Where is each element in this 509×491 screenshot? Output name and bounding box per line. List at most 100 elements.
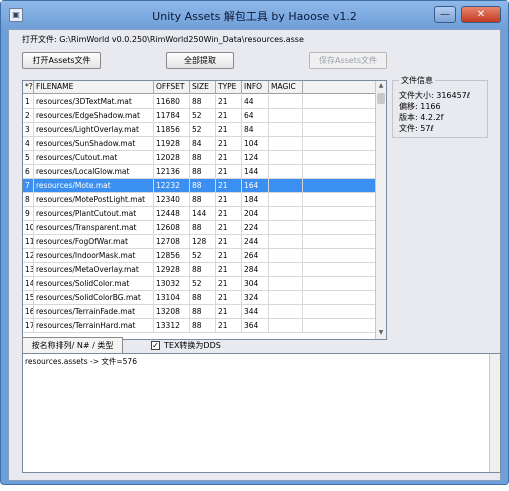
cell-size: 84 <box>190 137 216 151</box>
col-header-type[interactable]: TYPE <box>216 81 242 94</box>
cell-size: 88 <box>190 193 216 207</box>
cell-size: 88 <box>190 263 216 277</box>
file-version-text: 版本: 4.2.2f <box>399 113 444 122</box>
cell-index: 11 <box>23 235 34 249</box>
cell-size: 52 <box>190 277 216 291</box>
title-bar[interactable]: ▣ Unity Assets 解包工具 by Haoose v1.2 — ✕ <box>1 1 508 29</box>
open-assets-button[interactable]: 打开Assets文件 <box>22 52 101 69</box>
table-row[interactable]: 11 resources/FogOfWar.mat 12708 128 21 244 <box>23 235 375 249</box>
cell-index: 5 <box>23 151 34 165</box>
cell-index: 2 <box>23 109 34 123</box>
table-row[interactable]: 14 resources/SolidColor.mat 13032 52 21 304 <box>23 277 375 291</box>
sort-tab-button[interactable]: 按名称排列/ N# / 类型 <box>22 337 123 354</box>
table-scrollbar[interactable]: ▲ ▼ <box>375 81 386 339</box>
cell-size: 52 <box>190 109 216 123</box>
cell-filename: resources/MotePostLight.mat <box>34 193 154 207</box>
table-row[interactable]: 10 resources/Transparent.mat 12608 88 21 224 <box>23 221 375 235</box>
minimize-button[interactable]: — <box>434 6 456 23</box>
cell-magic <box>269 95 303 109</box>
dds-checkbox[interactable]: ✓ <box>151 341 160 350</box>
cell-info: 244 <box>242 235 269 249</box>
cell-filename: resources/PlantCutout.mat <box>34 207 154 221</box>
cell-offset: 13208 <box>154 305 190 319</box>
cell-info: 264 <box>242 249 269 263</box>
cell-filename: resources/Transparent.mat <box>34 221 154 235</box>
cell-magic <box>269 235 303 249</box>
table-row[interactable]: 8 resources/MotePostLight.mat 12340 88 21 184 <box>23 193 375 207</box>
cell-size: 88 <box>190 221 216 235</box>
table-row[interactable]: 5 resources/Cutout.mat 12028 88 21 124 <box>23 151 375 165</box>
col-header-offset[interactable]: OFFSET <box>154 81 190 94</box>
col-header-filename[interactable]: FILENAME <box>34 81 154 94</box>
cell-type: 21 <box>216 179 242 193</box>
cell-size: 88 <box>190 179 216 193</box>
cell-magic <box>269 249 303 263</box>
table-row[interactable]: 9 resources/PlantCutout.mat 12448 144 21 204 <box>23 207 375 221</box>
cell-type: 21 <box>216 235 242 249</box>
cell-index: 17 <box>23 319 34 333</box>
cell-size: 128 <box>190 235 216 249</box>
table-row[interactable]: 6 resources/LocalGlow.mat 12136 88 21 144 <box>23 165 375 179</box>
table-row[interactable]: 13 resources/MetaOverlay.mat 12928 88 21 284 <box>23 263 375 277</box>
table-row[interactable]: 17 resources/TerrainHard.mat 13312 88 21 364 <box>23 319 375 333</box>
col-header-info[interactable]: INFO <box>242 81 269 94</box>
cell-filename: resources/LightOverlay.mat <box>34 123 154 137</box>
cell-info: 124 <box>242 151 269 165</box>
table-row[interactable]: 7 resources/Mote.mat 12232 88 21 164 <box>23 179 375 193</box>
cell-offset: 12232 <box>154 179 190 193</box>
cell-offset: 13032 <box>154 277 190 291</box>
cell-magic <box>269 151 303 165</box>
cell-info: 304 <box>242 277 269 291</box>
cell-type: 21 <box>216 263 242 277</box>
open-file-path: 打开文件: G:\RimWorld v0.0.250\RimWorld250Wi… <box>22 35 304 44</box>
table-row[interactable]: 3 resources/LightOverlay.mat 11856 52 21 84 <box>23 123 375 137</box>
scroll-down-icon[interactable]: ▼ <box>376 328 386 338</box>
cell-info: 64 <box>242 109 269 123</box>
col-header-size[interactable]: SIZE <box>190 81 216 94</box>
table-row[interactable]: 16 resources/TerrainFade.mat 13208 88 21 344 <box>23 305 375 319</box>
cell-filename: resources/Mote.mat <box>34 179 154 193</box>
asset-table[interactable]: *? FILENAME OFFSET SIZE TYPE INFO MAGIC … <box>22 80 387 340</box>
cell-type: 21 <box>216 291 242 305</box>
cell-filename: resources/TerrainHard.mat <box>34 319 154 333</box>
cell-info: 44 <box>242 95 269 109</box>
cell-filename: resources/SolidColorBG.mat <box>34 291 154 305</box>
table-row[interactable]: 4 resources/SunShadow.mat 11928 84 21 104 <box>23 137 375 151</box>
col-header-index[interactable]: *? <box>23 81 34 94</box>
cell-type: 21 <box>216 207 242 221</box>
cell-info: 224 <box>242 221 269 235</box>
table-row[interactable]: 12 resources/IndoorMask.mat 12856 52 21 264 <box>23 249 375 263</box>
scroll-thumb[interactable] <box>377 93 385 104</box>
log-text: resources.assets -> 文件=576 <box>25 357 137 366</box>
cell-type: 21 <box>216 151 242 165</box>
cell-size: 88 <box>190 305 216 319</box>
log-textarea[interactable]: resources.assets -> 文件=576 <box>22 353 501 473</box>
cell-info: 284 <box>242 263 269 277</box>
cell-info: 84 <box>242 123 269 137</box>
cell-type: 21 <box>216 221 242 235</box>
table-row[interactable]: 15 resources/SolidColorBG.mat 13104 88 21 324 <box>23 291 375 305</box>
cell-offset: 11856 <box>154 123 190 137</box>
cell-type: 21 <box>216 123 242 137</box>
table-row[interactable]: 2 resources/EdgeShadow.mat 11784 52 21 64 <box>23 109 375 123</box>
cell-offset: 12028 <box>154 151 190 165</box>
cell-size: 52 <box>190 249 216 263</box>
close-button[interactable]: ✕ <box>461 6 501 23</box>
cell-offset: 12136 <box>154 165 190 179</box>
table-row[interactable]: 1 resources/3DTextMat.mat 11680 88 21 44 <box>23 95 375 109</box>
cell-offset: 12608 <box>154 221 190 235</box>
cell-magic <box>269 123 303 137</box>
cell-type: 21 <box>216 319 242 333</box>
cell-size: 144 <box>190 207 216 221</box>
cell-filename: resources/EdgeShadow.mat <box>34 109 154 123</box>
cell-index: 16 <box>23 305 34 319</box>
log-scrollbar[interactable] <box>489 354 500 472</box>
scroll-up-icon[interactable]: ▲ <box>376 81 386 91</box>
col-header-magic[interactable]: MAGIC <box>269 81 303 94</box>
dds-checkbox-label[interactable]: TEX转换为DDS <box>164 340 221 351</box>
cell-info: 164 <box>242 179 269 193</box>
cell-magic <box>269 221 303 235</box>
extract-all-button[interactable]: 全部提取 <box>166 52 234 69</box>
app-window: ▣ Unity Assets 解包工具 by Haoose v1.2 — ✕ 打… <box>0 0 509 485</box>
cell-index: 9 <box>23 207 34 221</box>
